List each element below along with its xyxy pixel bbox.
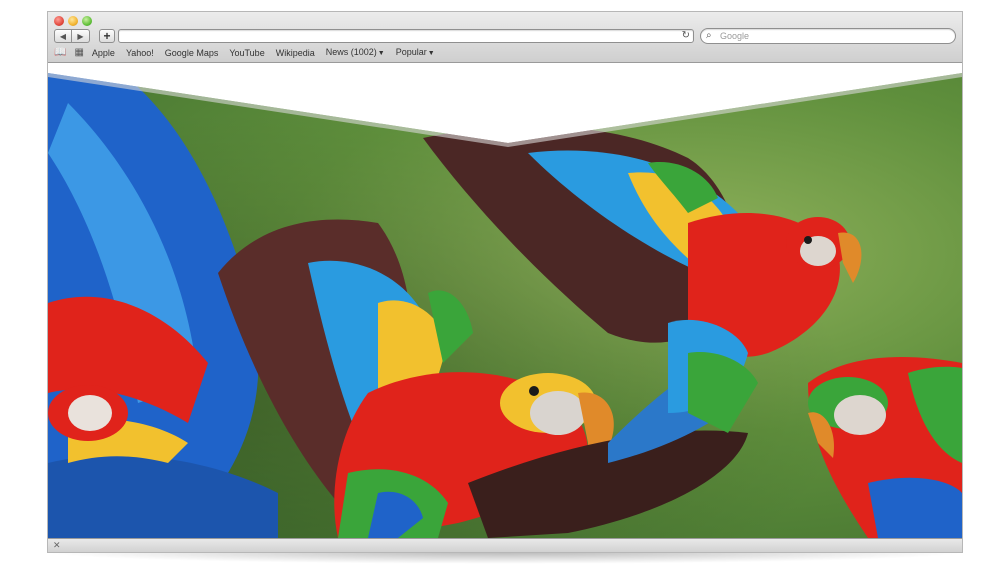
- add-bookmark-button[interactable]: +: [99, 29, 115, 43]
- minimize-window-button[interactable]: [68, 16, 78, 26]
- grid-icon[interactable]: ▦: [74, 47, 83, 59]
- bookmark-yahoo[interactable]: Yahoo!: [126, 47, 154, 59]
- bookmark-google-maps[interactable]: Google Maps: [165, 47, 219, 59]
- zoom-window-button[interactable]: [82, 16, 92, 26]
- macaw-photo: [48, 63, 962, 538]
- book-icon[interactable]: 📖: [54, 47, 66, 59]
- back-arrow-icon: ◀: [59, 31, 67, 41]
- plus-icon: +: [103, 29, 111, 43]
- reload-icon[interactable]: ↻: [682, 30, 690, 42]
- back-button[interactable]: ◀: [54, 29, 72, 43]
- bookmark-popular-folder[interactable]: Popular▼: [396, 46, 435, 60]
- search-field[interactable]: ⌕ Google: [700, 28, 956, 44]
- back-forward-group: ◀ ▶: [54, 29, 91, 43]
- bookmark-news-folder[interactable]: News (1002)▼: [326, 46, 385, 60]
- browser-window: ◀ ▶ + ↻ ⌕ Google 📖 ▦ Apple Yahoo! Google…: [48, 12, 962, 552]
- search-icon: ⌕: [706, 30, 712, 41]
- page-fold-overlay: [48, 63, 962, 147]
- close-icon[interactable]: ✕: [53, 540, 61, 551]
- search-placeholder: Google: [720, 31, 750, 41]
- page-content: [48, 63, 962, 538]
- bookmark-apple[interactable]: Apple: [92, 47, 115, 59]
- forward-button[interactable]: ▶: [72, 29, 90, 43]
- bookmark-youtube[interactable]: YouTube: [229, 47, 264, 59]
- address-bar[interactable]: ↻: [118, 29, 694, 43]
- chevron-down-icon: ▼: [427, 50, 435, 57]
- chevron-down-icon: ▼: [377, 50, 385, 57]
- bookmark-wikipedia[interactable]: Wikipedia: [276, 47, 315, 59]
- browser-toolbar: ◀ ▶ + ↻ ⌕ Google 📖 ▦ Apple Yahoo! Google…: [48, 12, 962, 63]
- bookmarks-bar: 📖 ▦ Apple Yahoo! Google Maps YouTube Wik…: [54, 47, 446, 59]
- status-bar: ✕: [48, 538, 962, 552]
- forward-arrow-icon: ▶: [77, 31, 84, 41]
- close-window-button[interactable]: [54, 16, 64, 26]
